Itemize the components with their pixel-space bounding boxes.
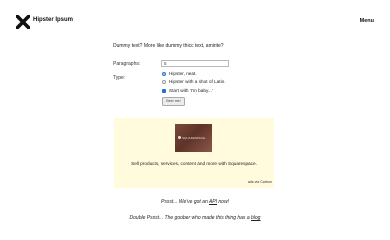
blog-note-prefix: Double Pssst... The goober who made this…	[129, 215, 251, 221]
intro-text: Dummy text? More like dummy thicc text, …	[113, 43, 224, 49]
menu-button[interactable]: Menu	[360, 18, 374, 24]
radio-selected[interactable]	[162, 71, 166, 76]
type-label: Type:	[113, 75, 126, 81]
api-note-suffix: now!	[217, 199, 229, 205]
type-option-hipster-latin[interactable]: Hipster with a shot of Latin.	[162, 79, 226, 84]
start-with-checkbox[interactable]	[162, 88, 166, 93]
api-note-prefix: Pssst... We've got an	[161, 199, 209, 205]
start-with-label: Start with 'I'm baby...'	[169, 88, 213, 93]
radio-unselected[interactable]	[162, 79, 166, 84]
ad-image-brand: SQUARESPACE	[182, 136, 206, 140]
blog-note: Double Pssst... The goober who made this…	[0, 215, 390, 221]
type-option-label: Hipster with a shot of Latin.	[169, 79, 226, 84]
submit-button[interactable]: Beer me!	[162, 97, 185, 106]
api-link[interactable]: API	[209, 199, 217, 205]
type-option-hipster-neat[interactable]: Hipster, neat.	[162, 71, 197, 76]
x-logo-icon[interactable]	[16, 15, 30, 29]
site-logo-text[interactable]: Hipster Ipsum	[33, 17, 73, 23]
api-note: Pssst... We've got an API now!	[0, 199, 390, 205]
ad-image[interactable]: SQUARESPACE	[175, 124, 212, 152]
blog-link[interactable]: blog	[251, 215, 260, 221]
paragraphs-label: Paragraphs:	[113, 61, 141, 67]
ad-text-link[interactable]: Sell products, services, content and mor…	[114, 161, 274, 166]
start-with-checkbox-row[interactable]: Start with 'I'm baby...'	[162, 88, 213, 93]
squarespace-logo-icon	[178, 136, 181, 139]
carbon-ad: SQUARESPACE Sell products, services, con…	[114, 118, 274, 188]
ads-via-carbon-link[interactable]: ads via Carbon	[248, 180, 272, 184]
site-header: Hipster Ipsum Menu	[0, 0, 390, 44]
paragraphs-input[interactable]	[161, 60, 229, 67]
type-option-label: Hipster, neat.	[169, 71, 197, 76]
